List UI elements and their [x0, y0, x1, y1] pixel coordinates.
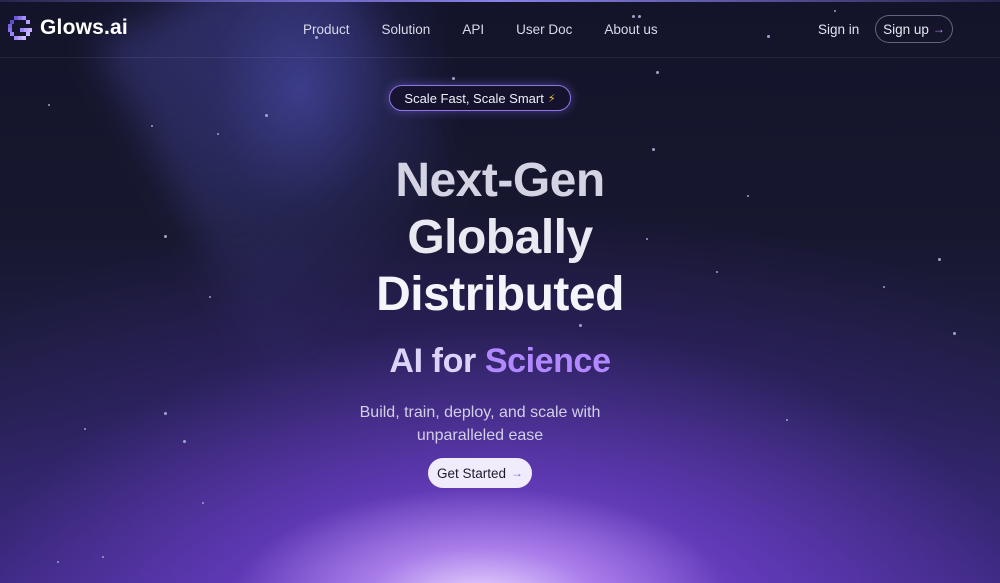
star: [656, 71, 659, 74]
nav-item-about-us[interactable]: About us: [593, 20, 668, 39]
top-navbar: Glows.ai Product Solution API User Doc A…: [0, 0, 1000, 58]
sign-in-link[interactable]: Sign in: [818, 22, 859, 37]
star: [183, 440, 186, 443]
arrow-right-icon: →: [511, 466, 524, 480]
get-started-button[interactable]: Get Started →: [428, 458, 532, 488]
glows-logo-icon: [8, 16, 32, 40]
arrow-right-icon: →: [932, 22, 945, 36]
star: [102, 556, 104, 558]
star: [452, 77, 455, 80]
hero-description: Build, train, deploy, and scale with unp…: [359, 404, 601, 444]
star: [953, 332, 956, 335]
nav-item-solution[interactable]: Solution: [371, 20, 442, 39]
tagline-badge[interactable]: Scale Fast, Scale Smart ⚡: [389, 85, 571, 111]
hero-title-line-3: Distributed: [376, 268, 624, 321]
brand-logo[interactable]: Glows.ai: [8, 16, 128, 40]
hero-title: Next-Gen Globally Distributed: [0, 152, 1000, 323]
star: [579, 324, 582, 327]
sign-up-label: Sign up: [883, 21, 929, 37]
star: [48, 104, 50, 106]
subheading-highlight: Science: [484, 342, 611, 380]
nav-item-api[interactable]: API: [451, 20, 495, 39]
star: [265, 114, 268, 117]
star: [57, 561, 59, 563]
lightning-bolt-icon: ⚡: [547, 92, 556, 105]
star: [652, 148, 655, 151]
nav-item-user-doc[interactable]: User Doc: [505, 20, 583, 39]
hero-title-line-1: Next-Gen: [395, 154, 605, 207]
star: [786, 419, 788, 421]
subheading-prefix: AI for: [389, 342, 476, 380]
hero-title-line-2: Globally: [407, 211, 593, 264]
star: [217, 133, 219, 135]
sign-up-button[interactable]: Sign up →: [875, 15, 953, 43]
star: [151, 125, 153, 127]
hero-subheading: AI for Science: [0, 342, 1000, 381]
star: [164, 412, 167, 415]
star: [202, 502, 204, 504]
tagline-text: Scale Fast, Scale Smart: [404, 90, 544, 106]
brand-name: Glows.ai: [40, 16, 128, 39]
star: [84, 428, 86, 430]
nav-item-product[interactable]: Product: [292, 20, 361, 39]
get-started-label: Get Started: [436, 465, 507, 481]
main-nav: Product Solution API User Doc About us: [292, 20, 679, 39]
